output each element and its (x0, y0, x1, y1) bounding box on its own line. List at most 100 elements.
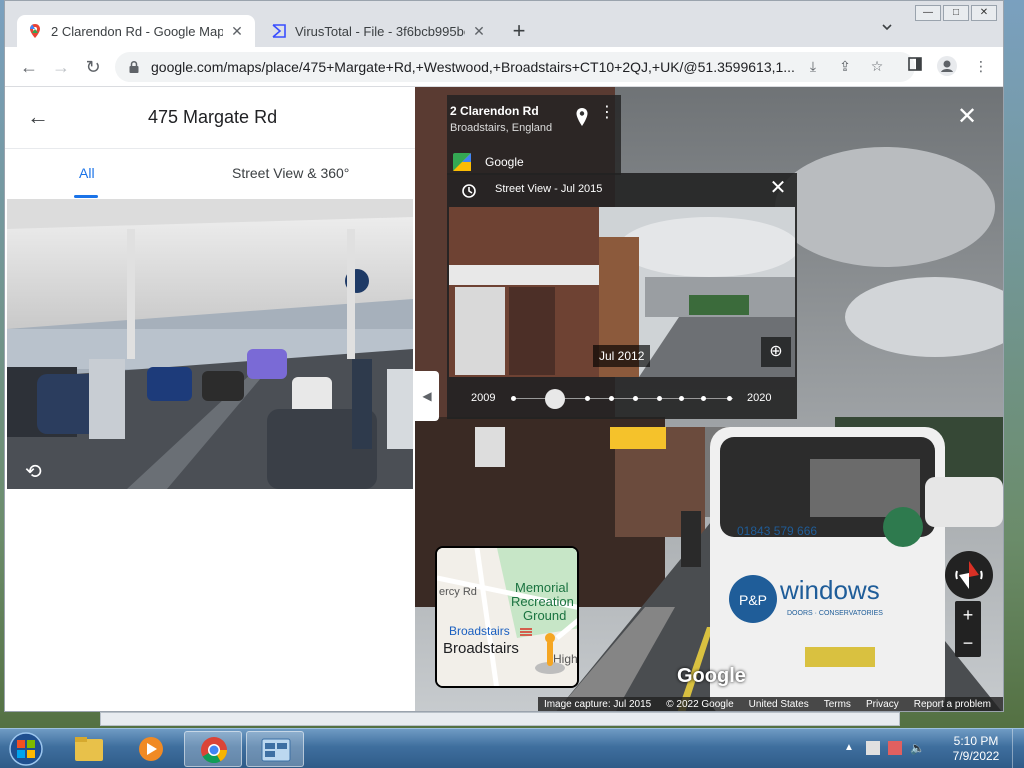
media-player-icon (139, 737, 163, 761)
slider-tick[interactable] (511, 396, 516, 401)
location-pin-icon[interactable] (575, 107, 589, 127)
zoom-control: + − (955, 601, 981, 657)
menu-kebab-icon[interactable]: ⋮ (971, 56, 991, 76)
gas-station-image (7, 199, 413, 489)
slider-tick[interactable] (727, 396, 732, 401)
install-app-icon[interactable]: ⤓ (803, 56, 823, 76)
tab-google-maps[interactable]: 2 Clarendon Rd - Google Maps ✕ (17, 15, 255, 47)
year-slider[interactable]: 2009 2020 (447, 379, 797, 419)
reload-icon[interactable]: ↻ (81, 55, 105, 79)
place-header: ← 475 Margate Rd (5, 87, 415, 149)
close-street-view-icon[interactable]: ✕ (955, 105, 979, 129)
minimap-label-station: Broadstairs (449, 624, 510, 638)
taskbar-clock[interactable]: 5:10 PM 7/9/2022 (946, 734, 1006, 764)
region-link[interactable]: United States (749, 699, 809, 710)
address-card: 2 Clarendon Rd Broadstairs, England ⋮ Go… (447, 95, 621, 175)
taskbar-media-player[interactable] (122, 731, 180, 767)
slider-tick[interactable] (679, 396, 684, 401)
taskbar-control-panel[interactable] (246, 731, 304, 767)
lock-icon (129, 60, 139, 73)
minimap-label-street: ercy Rd (439, 586, 477, 598)
profile-avatar-icon[interactable] (937, 56, 957, 76)
new-tab-icon[interactable]: + (507, 19, 531, 43)
window-controls: — □ ✕ (915, 5, 997, 21)
bus-phone-text: 01843 579 666 (737, 524, 817, 538)
zoom-in-magnifier-icon[interactable]: ⊕ (761, 337, 791, 367)
copyright-text: © 2022 Google (666, 698, 734, 710)
place-panel: ← 475 Margate Rd All Street View & 360° (5, 87, 415, 711)
slider-tick[interactable] (657, 396, 662, 401)
taskbar-chrome[interactable] (184, 731, 242, 767)
history-clock-icon[interactable] (461, 183, 477, 199)
image-capture-date: Image capture: Jul 2015 (543, 698, 652, 710)
terms-link[interactable]: Terms (824, 699, 851, 710)
collapse-panel-chevron-icon[interactable]: ◀ (415, 371, 439, 421)
time-machine-title: Street View - Jul 2015 (495, 183, 603, 195)
back-arrow-icon[interactable]: ← (17, 55, 41, 79)
network-icon[interactable] (866, 741, 880, 755)
show-desktop-button[interactable] (1012, 729, 1024, 768)
gas-station-photo[interactable]: ⟲ (7, 199, 413, 489)
address-bar[interactable]: google.com/maps/place/475+Margate+Rd,+We… (115, 52, 915, 82)
compass-icon[interactable] (945, 551, 993, 599)
tab-street-view-360[interactable]: Street View & 360° (232, 165, 349, 181)
source-label: Google (485, 155, 524, 169)
place-title: 475 Margate Rd (148, 107, 278, 127)
action-center-flag-icon[interactable] (888, 741, 902, 755)
start-button-icon[interactable] (6, 731, 46, 767)
time-machine-panel: Street View - Jul 2015 ✕ Jul 2012 ⊕ 2009… (447, 173, 797, 419)
photo-tabs: All Street View & 360° (5, 149, 415, 199)
active-tab-indicator (74, 195, 98, 198)
minimize-icon[interactable]: — (915, 5, 941, 21)
360-rotate-icon: ⟲ (25, 461, 42, 483)
back-arrow-icon[interactable]: ← (27, 105, 51, 129)
show-hidden-icons-icon[interactable]: ▲ (844, 741, 858, 755)
tab-all[interactable]: All (79, 165, 95, 181)
tab-close-icon[interactable]: ✕ (229, 23, 245, 39)
slider-tick[interactable] (609, 396, 614, 401)
report-problem-link[interactable]: Report a problem (914, 699, 991, 710)
time-machine-header: Street View - Jul 2015 ✕ (447, 173, 797, 205)
url-text[interactable]: google.com/maps/place/475+Margate+Rd,+We… (151, 59, 915, 75)
side-panel-icon[interactable] (905, 56, 925, 76)
close-time-machine-icon[interactable]: ✕ (769, 178, 787, 198)
zoom-out-icon[interactable]: − (955, 629, 981, 657)
pegman-icon[interactable] (533, 630, 567, 674)
minimap-label-recreation: Recreation (511, 594, 574, 609)
volume-icon[interactable]: 🔈 (910, 741, 925, 755)
address-line-2: Broadstairs, England (450, 122, 553, 134)
slider-handle[interactable] (545, 389, 565, 409)
tab-search-chevron-icon[interactable] (877, 21, 897, 41)
tab-title: 2 Clarendon Rd - Google Maps (51, 23, 223, 39)
folder-icon (75, 737, 103, 761)
zoom-in-icon[interactable]: + (955, 601, 981, 629)
forward-arrow-icon[interactable]: → (49, 55, 73, 79)
share-icon[interactable]: ⇪ (835, 56, 855, 76)
google-maps-favicon-icon (30, 24, 40, 38)
tab-close-icon[interactable]: ✕ (471, 23, 487, 39)
bus-logo-text: P&P (739, 592, 767, 608)
tab-strip: 2 Clarendon Rd - Google Maps ✕ VirusTota… (5, 1, 1003, 47)
minimap[interactable]: Memorial Recreation Ground ercy Rd Broad… (435, 546, 579, 688)
windows-taskbar: ▲ 🔈 5:10 PM 7/9/2022 (0, 728, 1024, 768)
tab-virustotal[interactable]: VirusTotal - File - 3f6bcb995be2d ✕ (261, 15, 497, 47)
slider-tick[interactable] (701, 396, 706, 401)
privacy-link[interactable]: Privacy (866, 699, 899, 710)
street-view-panel: P&P windows DOORS · CONSERVATORIES 01843… (415, 87, 1003, 711)
close-window-icon[interactable]: ✕ (971, 5, 997, 21)
chrome-icon (201, 737, 228, 764)
slider-tick[interactable] (585, 396, 590, 401)
google-watermark: Google (677, 665, 746, 687)
virustotal-favicon-icon (272, 24, 286, 38)
maximize-icon[interactable]: □ (943, 5, 969, 21)
historical-image-preview[interactable]: Jul 2012 ⊕ (449, 207, 795, 377)
slider-tick[interactable] (633, 396, 638, 401)
control-panel-icon (261, 738, 291, 762)
chrome-window: 2 Clarendon Rd - Google Maps ✕ VirusTota… (4, 0, 1004, 712)
tab-title: VirusTotal - File - 3f6bcb995be2d (295, 23, 465, 39)
more-options-icon[interactable]: ⋮ (599, 105, 615, 121)
bookmark-star-icon[interactable]: ☆ (867, 56, 887, 76)
taskbar-explorer[interactable] (60, 731, 118, 767)
image-date-label: Jul 2012 (593, 345, 651, 367)
horizontal-scrollbar[interactable] (100, 712, 900, 726)
